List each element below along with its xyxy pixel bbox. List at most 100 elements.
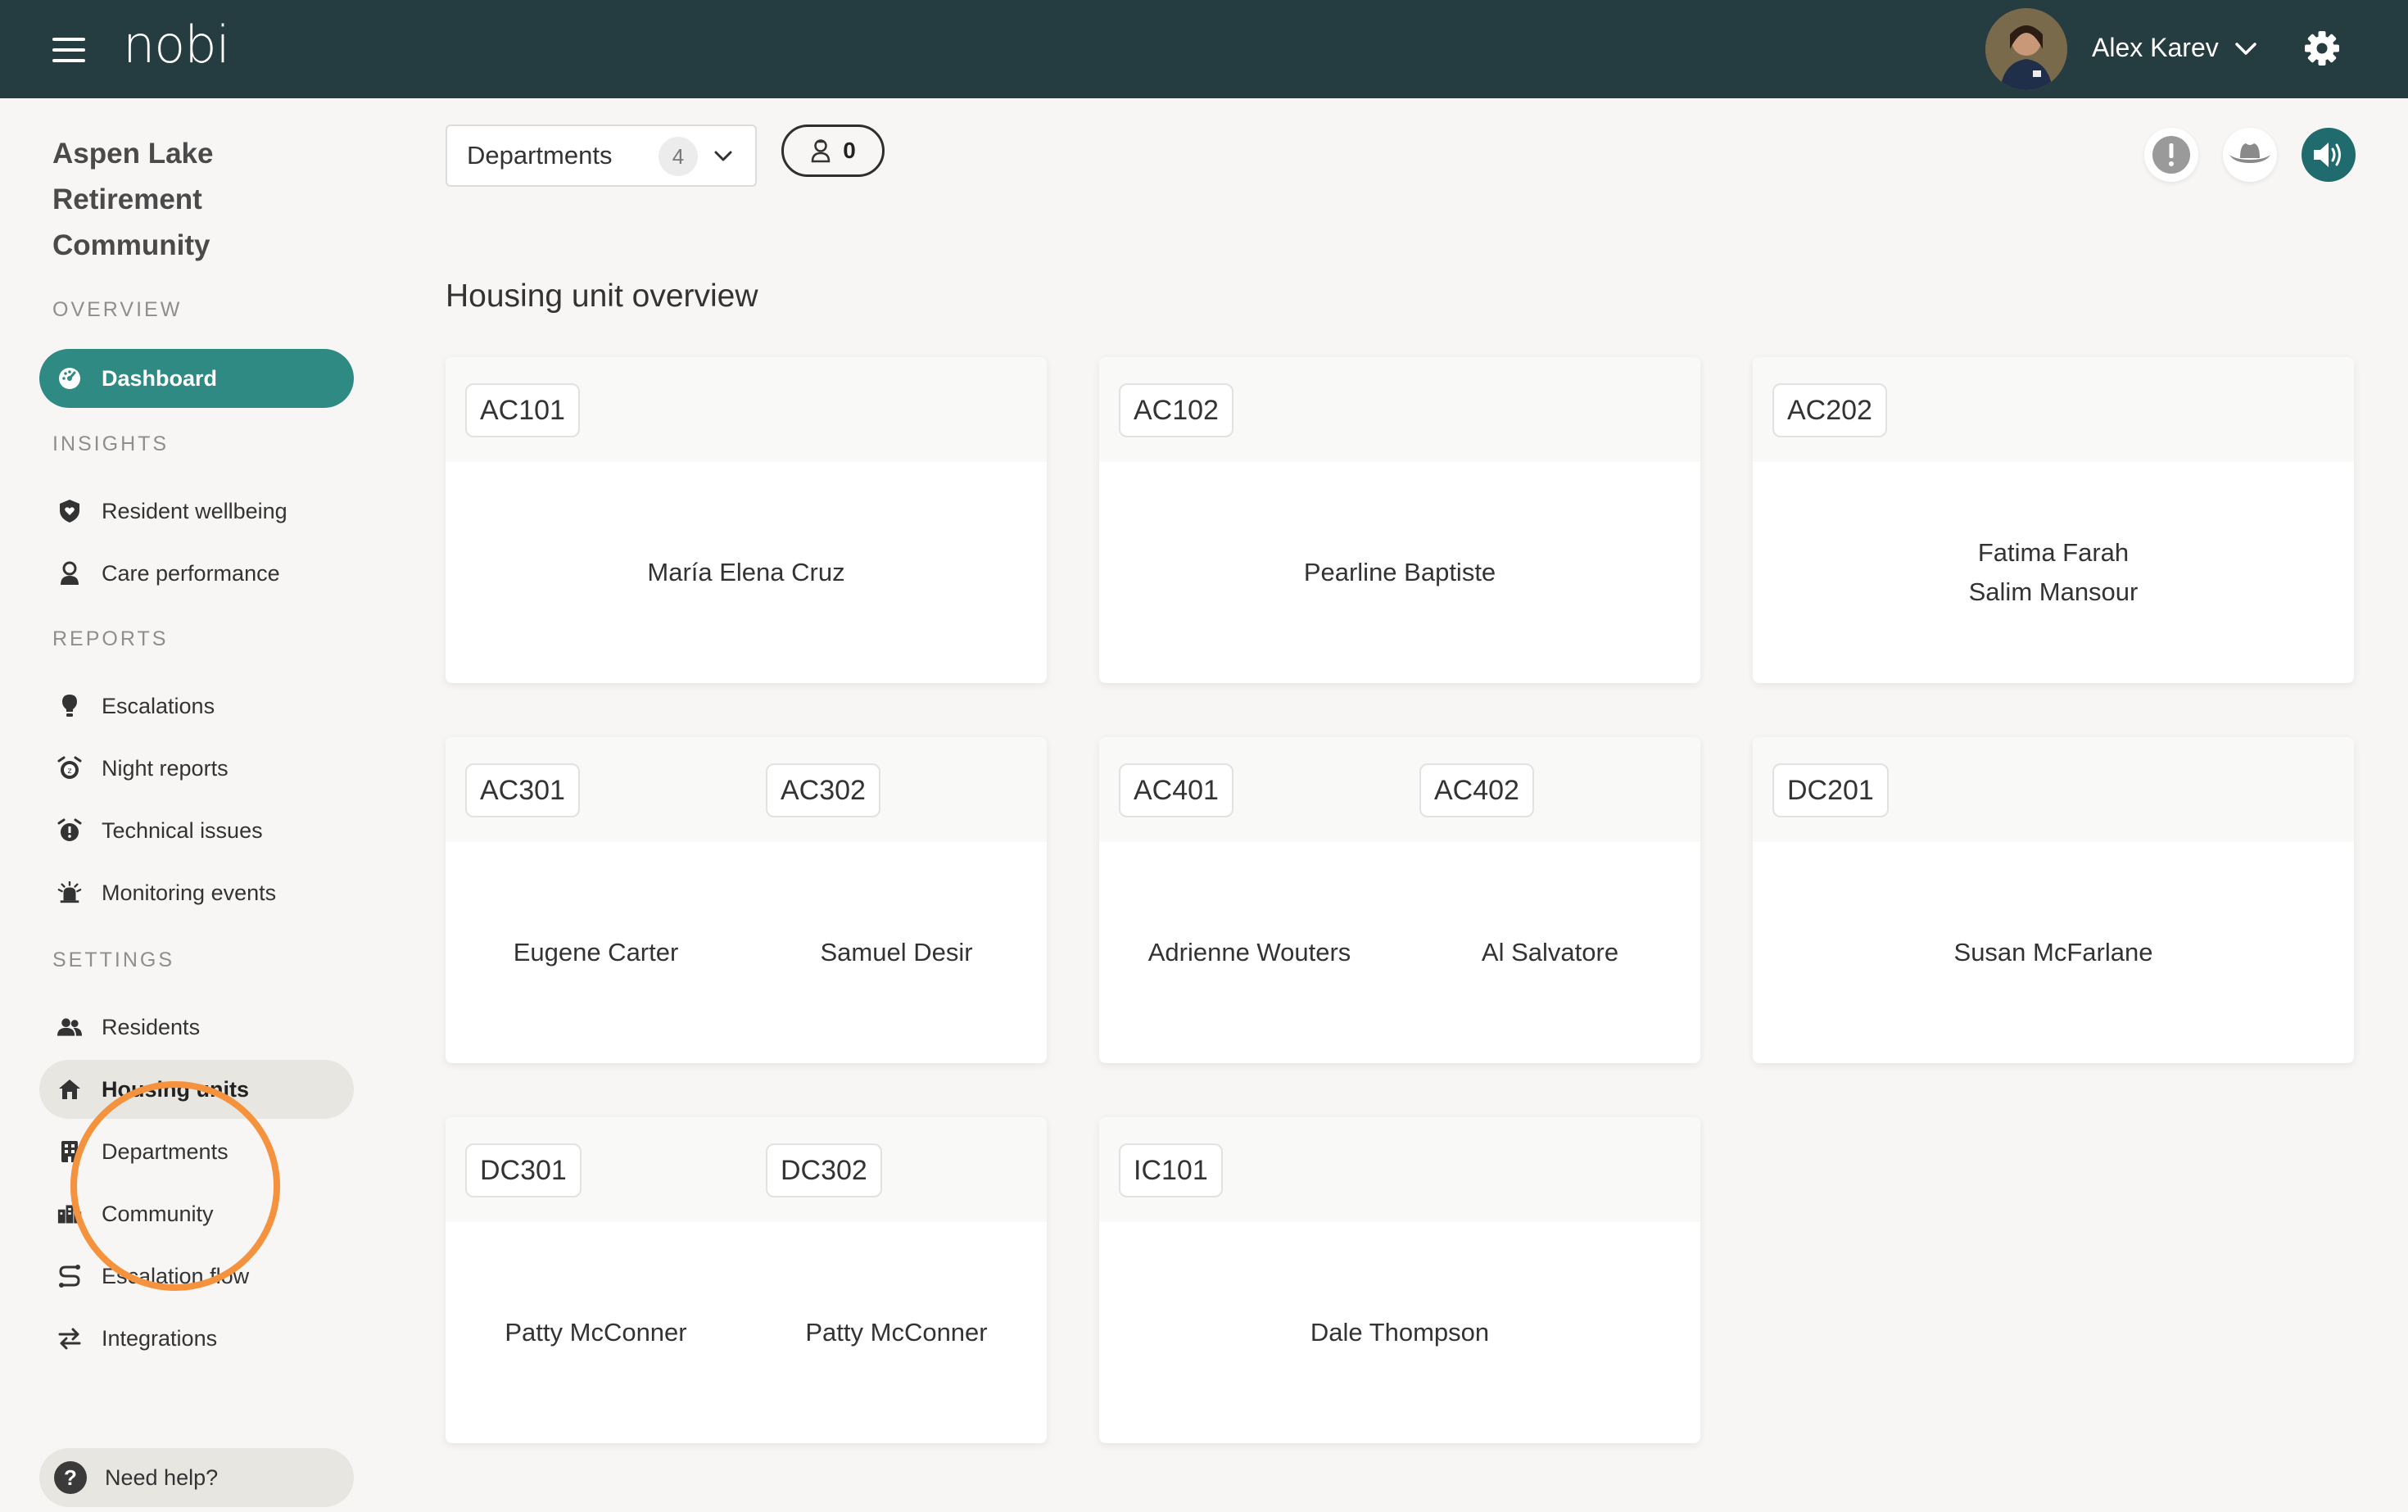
resident-name: Dale Thompson	[1310, 1318, 1490, 1347]
resident-name: María Elena Cruz	[647, 558, 845, 586]
unit-code-tag: AC102	[1119, 383, 1233, 437]
resident-name: Susan McFarlane	[1953, 938, 2153, 967]
need-help-button[interactable]: ? Need help?	[39, 1448, 354, 1507]
sound-button[interactable]	[2302, 128, 2356, 182]
housing-unit-card[interactable]: AC102 Pearline Baptiste	[1099, 357, 1700, 683]
sidebar-item-label: Care performance	[102, 560, 280, 586]
section-label-reports: REPORTS	[52, 627, 169, 650]
need-help-label: Need help?	[105, 1464, 219, 1490]
housing-unit-card[interactable]: AC301 AC302 Eugene Carter Samuel Desir	[446, 737, 1047, 1063]
resident-list: Dale Thompson	[1099, 1222, 1700, 1443]
alarm-alert-icon	[57, 818, 82, 843]
speaker-icon	[2314, 143, 2341, 167]
caregiver-icon	[57, 561, 82, 586]
departments-dropdown[interactable]: Departments 4	[446, 124, 757, 187]
sidebar-item-label: Departments	[102, 1139, 229, 1164]
sidebar-item-monitoring-events[interactable]: Monitoring events	[39, 863, 354, 922]
menu-icon[interactable]	[52, 38, 85, 64]
staff-count: 0	[843, 138, 856, 163]
resident-name: Fatima Farah	[1977, 538, 2130, 567]
route-icon	[57, 1264, 82, 1288]
sidebar-item-label: Dashboard	[102, 365, 218, 391]
sidebar-item-residents[interactable]: Residents	[39, 998, 354, 1057]
resident-list: María Elena Cruz	[446, 462, 1047, 683]
resident-name: Eugene Carter	[513, 938, 679, 967]
top-bar: nobi Alex Karev	[0, 0, 2408, 98]
chevron-down-icon[interactable]	[2233, 36, 2259, 62]
housing-unit-card[interactable]: AC401 AC402 Adrienne Wouters Al Salvator…	[1099, 737, 1700, 1063]
resident-list: Adrienne Wouters	[1099, 842, 1400, 1063]
sidebar-item-label: Escalations	[102, 693, 215, 718]
sidebar-item-label: Technical issues	[102, 817, 263, 843]
caregiver-icon	[811, 139, 831, 163]
building-icon	[57, 1139, 82, 1164]
sidebar-item-label: Housing units	[102, 1076, 249, 1102]
resident-list: Fatima Farah Salim Mansour	[1753, 462, 2354, 683]
resident-name: Al Salvatore	[1481, 938, 1619, 967]
sidebar-item-escalations[interactable]: Escalations	[39, 677, 354, 736]
resident-name: Patty McConner	[805, 1318, 988, 1347]
sidebar-item-label: Escalation flow	[102, 1263, 250, 1288]
resident-list: Patty McConner	[746, 1222, 1047, 1443]
unit-code-tag: AC301	[465, 763, 580, 817]
alarm-clock-icon: z	[57, 756, 82, 781]
sidebar-item-dashboard[interactable]: Dashboard	[39, 349, 354, 408]
sidebar-item-escalation-flow[interactable]: Escalation flow	[39, 1247, 354, 1306]
sidebar-item-resident-wellbeing[interactable]: Resident wellbeing	[39, 482, 354, 541]
unit-code-tag: DC301	[465, 1143, 582, 1197]
resident-list: Al Salvatore	[1400, 842, 1700, 1063]
sidebar-item-care-performance[interactable]: Care performance	[39, 544, 354, 603]
housing-unit-card[interactable]: DC201 Susan McFarlane	[1753, 737, 2354, 1063]
section-label-settings: SETTINGS	[52, 948, 175, 971]
user-avatar[interactable]	[1985, 8, 2067, 90]
shield-heart-icon	[57, 499, 82, 523]
sidebar-item-label: Night reports	[102, 755, 229, 781]
resident-list: Pearline Baptiste	[1099, 462, 1700, 683]
departments-count-badge: 4	[659, 137, 698, 176]
resident-list: Susan McFarlane	[1753, 842, 2354, 1063]
staff-count-button[interactable]: 0	[781, 124, 885, 177]
arrows-swap-icon	[57, 1326, 82, 1351]
section-label-insights: INSIGHTS	[52, 432, 170, 455]
unit-code-tag: DC302	[766, 1143, 882, 1197]
resident-list: Samuel Desir	[746, 842, 1047, 1063]
unit-code-tag: AC101	[465, 383, 580, 437]
gear-icon[interactable]	[2303, 29, 2341, 67]
hat-button[interactable]	[2223, 128, 2277, 182]
resident-name: Salim Mansour	[1968, 577, 2139, 606]
sidebar-item-label: Community	[102, 1201, 214, 1226]
app-logo[interactable]: nobi	[123, 15, 230, 75]
resident-list: Eugene Carter	[446, 842, 746, 1063]
housing-unit-card[interactable]: AC202 Fatima Farah Salim Mansour	[1753, 357, 2354, 683]
sidebar-item-technical-issues[interactable]: Technical issues	[39, 801, 354, 860]
sidebar-item-community[interactable]: Community	[39, 1184, 354, 1243]
hat-icon	[2229, 143, 2270, 163]
user-name[interactable]: Alex Karev	[2092, 33, 2219, 63]
housing-unit-card[interactable]: AC101 María Elena Cruz	[446, 357, 1047, 683]
housing-unit-card[interactable]: DC301 DC302 Patty McConner Patty McConne…	[446, 1117, 1047, 1443]
sidebar-item-integrations[interactable]: Integrations	[39, 1309, 354, 1368]
sidebar-item-housing-units[interactable]: Housing units	[39, 1060, 354, 1119]
resident-name: Pearline Baptiste	[1303, 558, 1496, 586]
sidebar-item-label: Monitoring events	[102, 880, 277, 905]
page-title: Housing unit overview	[446, 278, 758, 314]
community-name: Aspen Lake Retirement Community	[52, 138, 214, 261]
city-icon	[57, 1202, 82, 1226]
housing-unit-card[interactable]: IC101 Dale Thompson	[1099, 1117, 1700, 1443]
siren-icon	[57, 880, 82, 905]
svg-text:z: z	[67, 767, 71, 776]
alert-button[interactable]	[2144, 128, 2198, 182]
unit-code-tag: AC302	[766, 763, 880, 817]
unit-code-tag: AC401	[1119, 763, 1233, 817]
resident-list: Patty McConner	[446, 1222, 746, 1443]
sidebar-item-departments[interactable]: Departments	[39, 1122, 354, 1181]
sidebar-item-night-reports[interactable]: z Night reports	[39, 739, 354, 798]
lightbulb-icon	[57, 694, 82, 718]
unit-code-tag: AC202	[1772, 383, 1887, 437]
sidebar-item-label: Integrations	[102, 1325, 218, 1351]
unit-code-tag: DC201	[1772, 763, 1889, 817]
sidebar: Aspen Lake Retirement Community OVERVIEW…	[0, 98, 393, 1512]
resident-name: Samuel Desir	[820, 938, 973, 967]
exclamation-icon	[2152, 136, 2190, 174]
dashboard-icon	[57, 366, 82, 391]
